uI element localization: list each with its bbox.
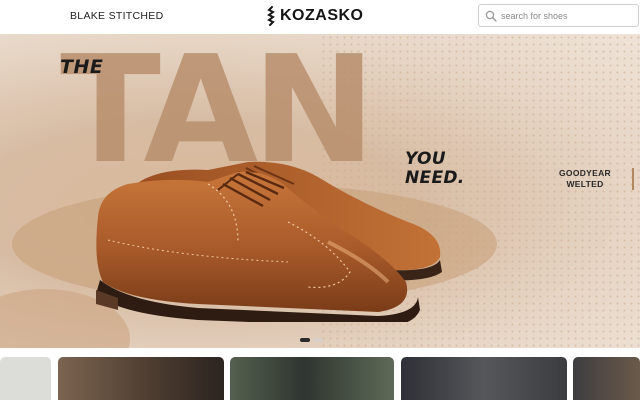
- carousel-dot-1[interactable]: [300, 338, 310, 342]
- hero-banner[interactable]: TAN THE YOU NEED. GOODYEAR WELTED: [0, 34, 640, 348]
- hero-headline-tagline: YOU NEED.: [405, 150, 465, 188]
- feature-line2: WELTED: [566, 179, 604, 189]
- logo-mark-icon: [267, 6, 275, 26]
- thumbnail-card[interactable]: [58, 357, 224, 400]
- hero-tagline-line1: YOU: [405, 149, 446, 169]
- logo-text: KOZASKO: [280, 7, 364, 24]
- category-thumbnails: [0, 357, 640, 400]
- feature-line1: GOODYEAR: [559, 168, 611, 178]
- carousel-dot-2[interactable]: [313, 338, 323, 342]
- search-icon[interactable]: [481, 5, 501, 26]
- thumbnail-card[interactable]: [573, 357, 640, 400]
- search-box[interactable]: [478, 4, 639, 27]
- top-header: BLAKE STITCHED KOZASKO: [0, 0, 640, 34]
- nav-link-blake-stitched[interactable]: BLAKE STITCHED: [70, 10, 163, 22]
- brand-logo[interactable]: KOZASKO: [266, 5, 364, 27]
- carousel-indicator: [300, 338, 323, 342]
- thumbnail-card[interactable]: [230, 357, 394, 400]
- shoe-image: [96, 161, 442, 322]
- search-input[interactable]: [501, 10, 631, 21]
- hero-feature-label: GOODYEAR WELTED: [546, 168, 624, 190]
- thumbnail-card[interactable]: [401, 357, 567, 400]
- hero-divider: [632, 168, 634, 190]
- thumbnail-card[interactable]: [0, 357, 51, 400]
- hero-headline-small: THE: [60, 56, 104, 78]
- hero-tagline-line2: NEED.: [405, 168, 465, 188]
